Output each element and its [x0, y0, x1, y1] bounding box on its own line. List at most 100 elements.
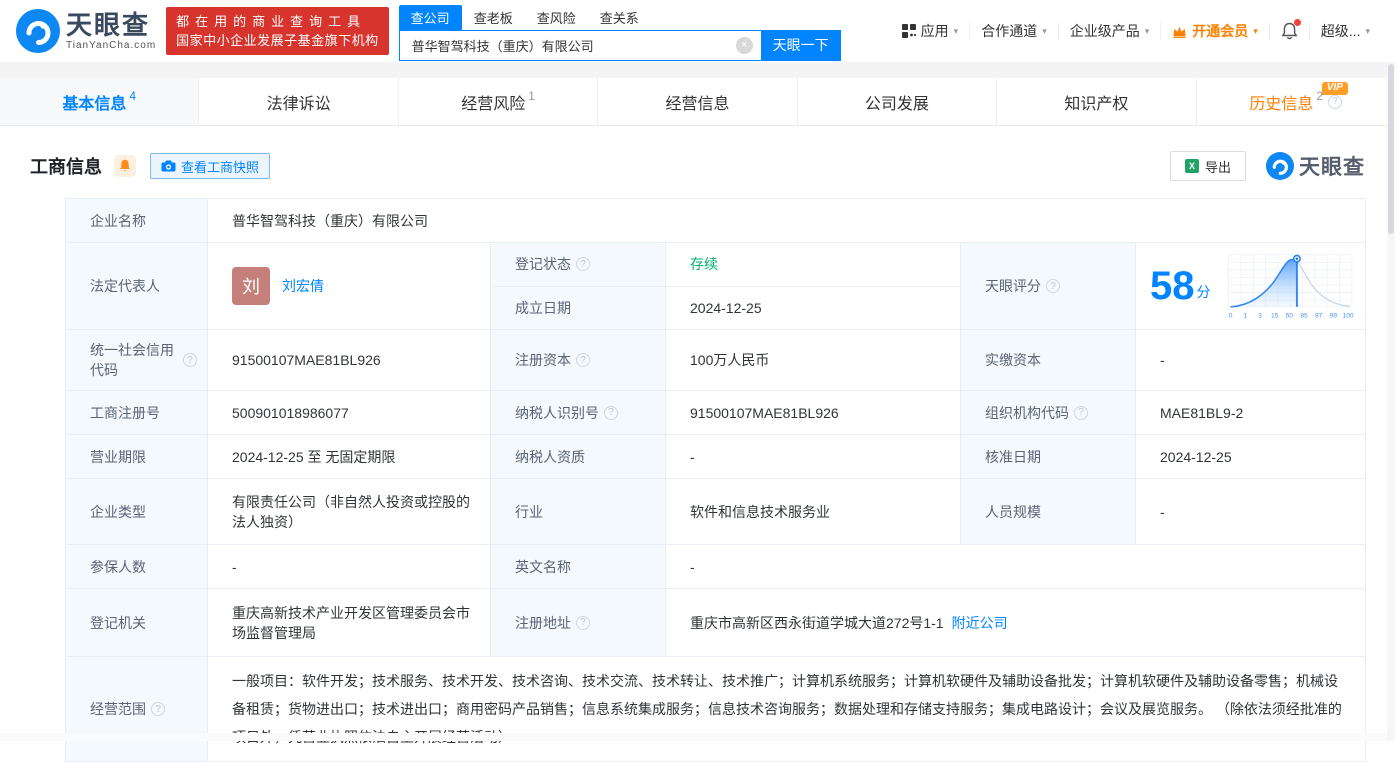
nav-apps[interactable]: 应用 ▾	[891, 22, 970, 40]
table-row: 参保人数 - 英文名称 -	[65, 544, 1367, 589]
watermark-text: 天眼查	[1299, 156, 1365, 179]
excel-icon: X	[1184, 159, 1199, 173]
tab-label: 公司发展	[864, 95, 929, 113]
clear-glyph: ×	[740, 39, 748, 51]
org-code-label: 组织机构代码?	[960, 390, 1136, 435]
scrollbar-thumb[interactable]	[1388, 64, 1394, 234]
reg-status-label: 登记状态?	[490, 242, 666, 287]
paid-capital-label: 实缴资本	[960, 329, 1136, 391]
taxpayer-quality-value: -	[665, 434, 961, 479]
question-icon[interactable]: ?	[1074, 405, 1088, 420]
staff-size-value: -	[1134, 478, 1367, 545]
nav-notifications[interactable]	[1268, 19, 1309, 40]
slogan-line-2: 国家中小企业发展子基金旗下机构	[176, 33, 379, 48]
industry-label: 行业	[490, 478, 666, 545]
nav-open-vip-label: 开通会员	[1192, 23, 1249, 39]
insured-value: -	[207, 544, 491, 589]
tab-operating-risk[interactable]: 经营风险 1	[399, 78, 599, 125]
watermark-logo: 天眼查	[1266, 151, 1365, 181]
nav-user-label: 超级...	[1320, 23, 1361, 39]
question-icon[interactable]: ?	[576, 353, 590, 367]
nav-cooperation[interactable]: 合作通道 ▾	[969, 22, 1058, 40]
question-icon[interactable]: ?	[576, 257, 590, 272]
english-name-label: 英文名称	[490, 544, 666, 589]
slogan-banner: 都在用的商业查询工具 国家中小企业发展子基金旗下机构	[166, 7, 389, 55]
industry-value: 软件和信息技术服务业	[665, 478, 961, 545]
company-name-value: 普华智驾科技（重庆）有限公司	[206, 198, 1367, 243]
score-cell: 58 分 0 1 3 15 50 85 97 99 100	[1134, 242, 1367, 330]
tab-label: 历史信息	[1249, 95, 1314, 113]
legal-rep-link[interactable]: 刘宏倩	[282, 276, 324, 296]
svg-text:1: 1	[1243, 312, 1247, 319]
tab-intellectual-property[interactable]: 知识产权	[997, 78, 1197, 125]
score-label: 天眼评分?	[960, 242, 1136, 330]
search-area: 查公司 查老板 查风险 查关系 × 天眼一下	[398, 4, 841, 61]
tab-operating-info[interactable]: 经营信息	[598, 78, 798, 125]
table-row: 企业名称 普华智驾科技（重庆）有限公司	[65, 198, 1367, 243]
question-icon[interactable]: ?	[1046, 279, 1060, 293]
svg-text:3: 3	[1258, 312, 1262, 319]
search-tab-risk[interactable]: 查风险	[525, 5, 588, 30]
question-icon[interactable]: ?	[604, 405, 618, 420]
table-row: 统一社会信用代码? 91500107MAE81BL926 注册资本? 100万人…	[65, 329, 1367, 391]
top-header: 天眼查 TianYanCha.com 都在用的商业查询工具 国家中小企业发展子基…	[0, 0, 1395, 62]
export-button[interactable]: X 导出	[1169, 151, 1246, 181]
establish-date-label: 成立日期	[490, 285, 666, 330]
scrollbar[interactable]	[1387, 62, 1395, 741]
english-name-value: -	[664, 544, 1367, 589]
search-button[interactable]: 天眼一下	[760, 29, 841, 61]
legal-rep-cell: 刘 刘宏倩	[207, 242, 491, 330]
nav-user-menu[interactable]: 超级... ▾	[1308, 22, 1381, 40]
nav-open-vip[interactable]: 开通会员 ▾	[1160, 22, 1269, 40]
staff-size-label: 人员规模	[960, 478, 1136, 545]
svg-text:97: 97	[1315, 312, 1323, 319]
tab-legal-litigation[interactable]: 法律诉讼	[199, 78, 399, 125]
business-info-table: 企业名称 普华智驾科技（重庆）有限公司 法定代表人 刘 刘宏倩 登记状态? 存续…	[65, 198, 1367, 762]
logo-domain: TianYanCha.com	[66, 39, 157, 51]
search-tab-relation[interactable]: 查关系	[588, 5, 651, 30]
table-row: 营业期限 2024-12-25 至 无固定期限 纳税人资质 - 核准日期 202…	[65, 434, 1367, 479]
subscribe-bell-icon[interactable]	[114, 155, 136, 177]
vip-badge: VIP	[1321, 82, 1348, 95]
tab-label: 经营信息	[665, 95, 730, 113]
svg-text:50: 50	[1285, 312, 1293, 319]
tab-basic-info[interactable]: 基本信息 4	[0, 78, 200, 125]
clear-icon[interactable]: ×	[735, 36, 753, 54]
status-badge: 存续	[690, 256, 718, 273]
search-input[interactable]	[398, 29, 761, 61]
tab-company-development[interactable]: 公司发展	[798, 78, 998, 125]
tab-label: 经营风险	[461, 95, 526, 113]
table-row: 法定代表人 刘 刘宏倩 登记状态? 存续 天眼评分? 58 分 0 1 3 15…	[65, 242, 1367, 330]
table-row: 工商注册号 500901018986077 纳税人识别号? 91500107MA…	[65, 390, 1367, 435]
taxpayer-quality-label: 纳税人资质	[490, 434, 666, 479]
snapshot-button[interactable]: 查看工商快照	[150, 153, 271, 179]
question-icon[interactable]: ?	[183, 353, 197, 367]
tab-history-info[interactable]: VIP 历史信息 2 ?	[1197, 78, 1395, 125]
svg-text:99: 99	[1329, 312, 1337, 319]
question-icon[interactable]: ?	[151, 702, 165, 716]
table-row: 登记机关 重庆高新技术产业开发区管理委员会市场监督管理局 注册地址? 重庆市高新…	[65, 588, 1367, 657]
tab-label: 基本信息	[62, 95, 127, 113]
business-term-value: 2024-12-25 至 无固定期限	[207, 434, 491, 479]
reg-number-label: 工商注册号	[65, 390, 208, 435]
taxpayer-id-value: 91500107MAE81BL926	[665, 390, 961, 435]
svg-text:100: 100	[1342, 312, 1353, 319]
head-right: X 导出 天眼查	[1169, 151, 1365, 181]
search-tab-boss[interactable]: 查老板	[462, 5, 525, 30]
crown-icon	[1172, 25, 1187, 38]
search-tabs: 查公司 查老板 查风险 查关系	[398, 4, 841, 30]
chevron-down-icon: ▾	[1042, 25, 1047, 36]
nav-enterprise[interactable]: 企业级产品 ▾	[1057, 22, 1161, 40]
nearby-companies-link[interactable]: 附近公司	[952, 615, 1008, 631]
paid-capital-value: -	[1134, 329, 1367, 391]
export-button-label: 导出	[1204, 159, 1231, 175]
establish-date-value: 2024-12-25	[665, 285, 961, 330]
slogan-line-1: 都在用的商业查询工具	[176, 14, 367, 29]
search-row: × 天眼一下	[398, 29, 841, 61]
tianyancha-logo[interactable]: 天眼查 TianYanCha.com	[16, 9, 156, 53]
legal-rep-avatar[interactable]: 刘	[232, 267, 270, 305]
search-tab-company[interactable]: 查公司	[398, 4, 462, 30]
question-icon[interactable]: ?	[1328, 94, 1343, 109]
nav-apps-label: 应用	[920, 23, 949, 39]
question-icon[interactable]: ?	[576, 615, 590, 630]
